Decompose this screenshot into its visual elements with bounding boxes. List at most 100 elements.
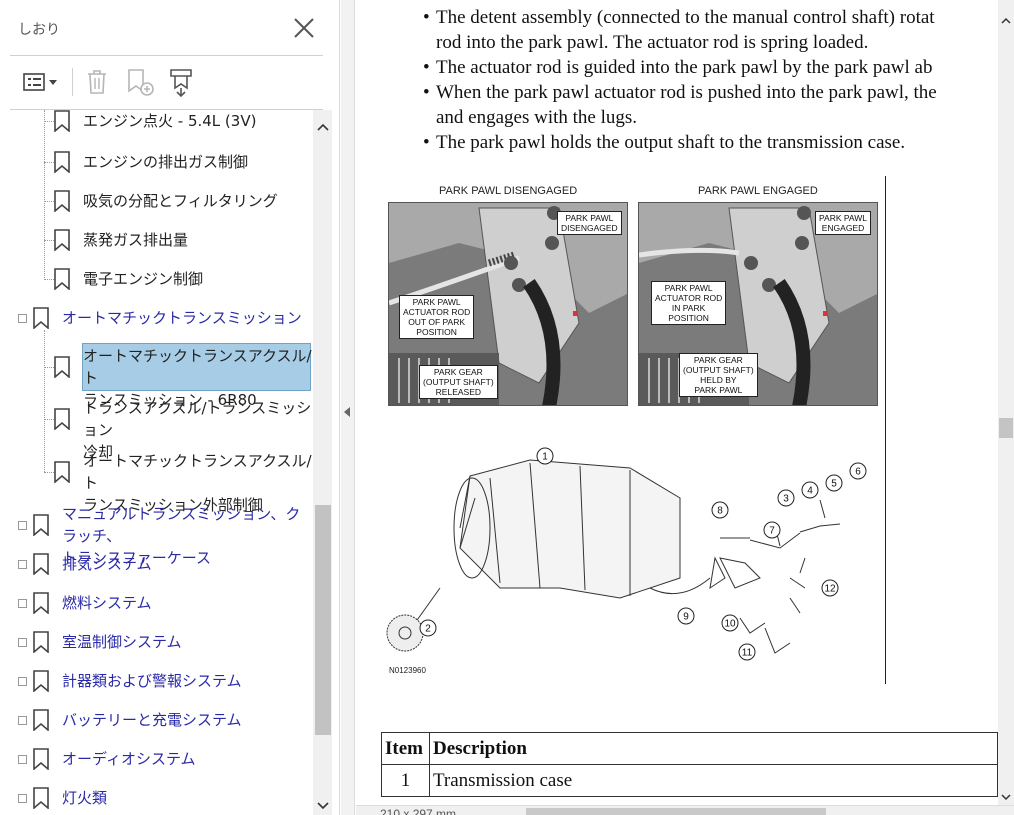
bookmark-section[interactable]: 排気システム [0, 550, 312, 578]
scroll-up-icon[interactable] [313, 118, 332, 136]
expand-toggle-icon[interactable] [18, 560, 27, 569]
bookmark-item[interactable]: トランスアクスル/トランスミッション 冷却 [0, 395, 312, 461]
bookmark-item[interactable]: 蒸発ガス排出量 [0, 226, 312, 254]
callout-gear-held: PARK GEAR (OUTPUT SHAFT) HELD BY PARK PA… [679, 353, 758, 397]
scroll-down-icon[interactable] [998, 789, 1014, 805]
tagged-bookmark-icon[interactable] [164, 64, 198, 100]
scroll-up-icon[interactable] [998, 12, 1014, 28]
bookmark-icon [32, 514, 50, 537]
bookmark-label: 灯火類 [62, 789, 108, 807]
bookmark-icon [32, 553, 50, 576]
bookmark-icon [32, 670, 50, 693]
sidebar-scrollbar[interactable] [313, 110, 332, 815]
bookmark-label: 計器類および警報システム [62, 672, 242, 690]
toolbar-divider [72, 68, 73, 96]
expand-toggle-icon[interactable] [18, 599, 27, 608]
collapse-panel-icon[interactable] [344, 407, 350, 417]
bookmark-icon [53, 229, 71, 252]
horizontal-scroll-thumb[interactable] [526, 808, 826, 815]
bookmark-item[interactable]: 吸気の分配とフィルタリング [0, 187, 312, 215]
bullet-item: • The actuator rod is guided into the par… [423, 55, 933, 80]
bookmark-icon [32, 592, 50, 615]
bookmark-label: 室温制御システム [62, 633, 182, 651]
photo-disengaged: PARK PAWL DISENGAGED PARK PAWL ACTUATOR … [388, 202, 628, 406]
bookmark-item[interactable]: エンジン点火 - 5.4L (3V) [0, 110, 312, 135]
panel-splitter[interactable] [341, 0, 355, 815]
bullet-marker: • [423, 57, 430, 78]
bullet-text: The detent assembly (connected to the ma… [436, 7, 935, 28]
close-icon[interactable] [292, 16, 316, 40]
bookmark-icon [32, 787, 50, 810]
diagram-number: 5 [831, 479, 837, 490]
bullet-item: • When the park pawl actuator rod is push… [423, 80, 937, 130]
expand-toggle-icon[interactable] [18, 314, 27, 323]
callout-gear-released: PARK GEAR (OUTPUT SHAFT) RELEASED [419, 365, 498, 399]
divider [10, 55, 323, 56]
bookmark-icon [53, 190, 71, 213]
bookmark-icon [53, 408, 71, 431]
document-scrollbar[interactable] [998, 0, 1014, 805]
bookmark-section[interactable]: 灯火類 [0, 784, 312, 812]
bookmark-item[interactable]: 電子エンジン制御 [0, 265, 312, 293]
bookmark-icon [32, 748, 50, 771]
bookmark-section[interactable]: 計器類および警報システム [0, 667, 312, 695]
expand-toggle-icon[interactable] [18, 716, 27, 725]
table-row: 1 Transmission case [381, 764, 998, 797]
bookmark-label: オートマチックトランスミッション [62, 309, 302, 327]
bookmark-section[interactable]: バッテリーと充電システム [0, 706, 312, 734]
photo-engaged: PARK PAWL ENGAGED PARK PAWL ACTUATOR ROD… [638, 202, 878, 406]
horizontal-scrollbar[interactable]: 210 x 297 mm [356, 805, 1014, 815]
page-size-label: 210 x 297 mm [380, 807, 457, 815]
bookmark-icon [53, 151, 71, 174]
diagram-number: 7 [769, 526, 775, 537]
callout-disengaged: PARK PAWL DISENGAGED [557, 211, 622, 235]
diagram-number: 6 [855, 467, 861, 478]
bookmark-label: エンジン点火 - 5.4L (3V) [83, 112, 257, 130]
bullet-marker: • [423, 7, 430, 28]
bookmark-tree: エンジン点火 - 5.4L (3V) エンジンの排出ガス制御吸気の分配とフィルタリ… [0, 110, 312, 815]
figure-code: N0123960 [389, 666, 426, 675]
table-cell-item: 1 [381, 764, 430, 797]
add-bookmark-icon[interactable] [124, 64, 156, 100]
document-scroll-thumb[interactable] [999, 418, 1013, 438]
bookmark-section[interactable]: オーディオシステム [0, 745, 312, 773]
bookmark-section[interactable]: 室温制御システム [0, 628, 312, 656]
trash-icon[interactable] [82, 64, 112, 100]
exploded-view-diagram: 123456789101112 [386, 447, 867, 661]
diagram-number: 10 [724, 619, 736, 630]
bookmark-label: エンジンの排出ガス制御 [83, 153, 249, 171]
bookmark-icon [53, 268, 71, 291]
left-photo-title: PARK PAWL DISENGAGED [439, 185, 578, 197]
expand-toggle-icon[interactable] [18, 794, 27, 803]
expand-toggle-icon[interactable] [18, 755, 27, 764]
bookmark-icon [32, 631, 50, 654]
diagram-number: 11 [742, 648, 753, 659]
diagram-number: 3 [783, 494, 789, 505]
scroll-down-icon[interactable] [313, 797, 332, 815]
expand-toggle-icon[interactable] [18, 677, 27, 686]
bullet-item: • The park pawl holds the output shaft to… [423, 130, 905, 155]
bookmark-item[interactable]: オートマチックトランスアクスル/ト ランスミッション - 6R80 [0, 343, 312, 409]
bullet-text: The actuator rod is guided into the park… [436, 57, 933, 78]
bookmark-label: 電子エンジン制御 [83, 270, 204, 288]
bullet-text: and engages with the lugs. [436, 107, 638, 128]
expand-toggle-icon[interactable] [18, 638, 27, 647]
bookmark-item[interactable]: エンジンの排出ガス制御 [0, 148, 312, 176]
diagram-number: 8 [717, 506, 723, 517]
diagram-number: 4 [807, 486, 813, 497]
bookmark-section[interactable]: マニュアルトランスミッション、クラッチ、 トランスファーケース [0, 501, 312, 567]
bookmark-label: 吸気の分配とフィルタリング [83, 192, 278, 210]
expand-toggle-icon[interactable] [18, 521, 27, 530]
bookmark-icon [53, 356, 71, 379]
callout-actuator-in: PARK PAWL ACTUATOR ROD IN PARK POSITION [651, 281, 727, 325]
bookmark-icon [53, 461, 71, 484]
list-options-icon[interactable] [20, 64, 62, 100]
sidebar-scroll-thumb[interactable] [315, 505, 331, 735]
bookmarks-panel: しおり エンジン点火 - 5.4L (3V) エンジンの排出ガス制御 吸気の分配… [0, 0, 340, 815]
bookmark-label: 蒸発ガス排出量 [83, 231, 189, 249]
bookmark-item[interactable]: オートマチックトランスアクスル/ト ランスミッション外部制御 [0, 448, 312, 514]
bookmark-label: バッテリーと充電システム [62, 711, 242, 729]
bookmark-section[interactable]: オートマチックトランスミッション [0, 304, 312, 332]
bookmark-section[interactable]: 燃料システム [0, 589, 312, 617]
bookmark-icon [53, 110, 71, 133]
